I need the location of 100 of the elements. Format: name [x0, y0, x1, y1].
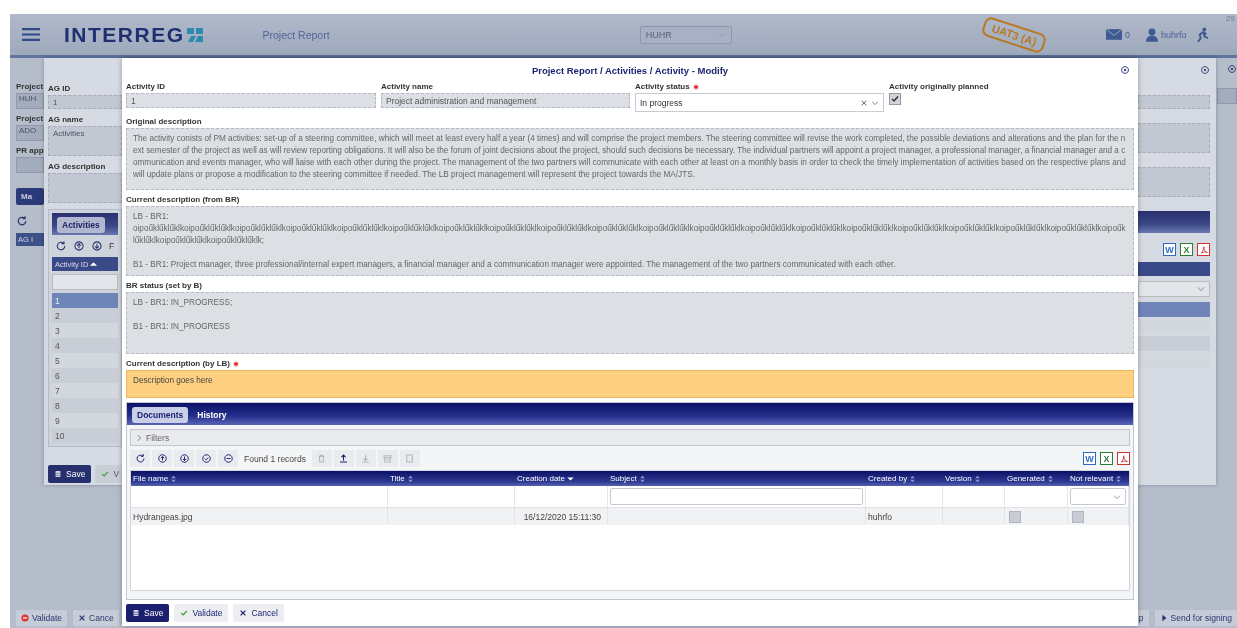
tab[interactable]: Activities — [57, 217, 105, 233]
refresh-icon[interactable] — [130, 450, 150, 467]
pdf-export-icon[interactable] — [1197, 243, 1210, 256]
menu-icon[interactable] — [22, 28, 40, 41]
program-dropdown[interactable]: HUHR — [639, 25, 732, 44]
text-field[interactable]: 1 — [126, 93, 376, 108]
tab[interactable]: Documents — [132, 407, 189, 423]
close-icon[interactable] — [1120, 65, 1130, 75]
text-field[interactable] — [1217, 88, 1237, 104]
filter-field[interactable] — [610, 488, 863, 505]
table-row[interactable]: 5 — [52, 353, 118, 368]
message-count: 0 — [1124, 29, 1130, 40]
text-field[interactable] — [1138, 95, 1210, 109]
text-field[interactable]: 1 — [48, 95, 122, 109]
database-icon — [54, 470, 62, 478]
footer-button[interactable]: Validate — [16, 610, 68, 626]
dialog-button[interactable]: Validate — [174, 604, 229, 622]
mail-icon[interactable] — [1105, 29, 1122, 40]
checkbox[interactable] — [1072, 510, 1084, 523]
column-header[interactable]: Title — [388, 471, 515, 486]
close-icon — [239, 609, 248, 617]
close-icon[interactable] — [1227, 64, 1237, 74]
clear-icon[interactable] — [860, 98, 868, 107]
table-row[interactable]: 7 — [52, 383, 118, 398]
dialog-button[interactable]: Cancel — [233, 604, 284, 622]
refresh-icon[interactable] — [55, 240, 67, 252]
database-icon — [132, 609, 140, 617]
filter-field[interactable] — [52, 274, 118, 290]
column-header[interactable]: File name — [131, 471, 388, 486]
table-row[interactable]: 1 — [52, 293, 118, 308]
field-label: Project — [16, 114, 44, 123]
upload-icon[interactable] — [333, 450, 354, 467]
field-label: Activity ID — [126, 82, 166, 91]
column-header[interactable]: Generated — [1005, 471, 1068, 486]
exit-icon[interactable] — [1196, 27, 1210, 42]
play-icon — [1159, 614, 1168, 622]
text-field[interactable]: Activities — [48, 126, 122, 156]
tab[interactable]: Ma — [16, 188, 44, 205]
field-label: PR app — [16, 146, 44, 155]
user-icon[interactable] — [1145, 27, 1158, 42]
logo-mark-icon — [186, 27, 203, 42]
filters-toggle[interactable]: Filters — [130, 429, 1130, 446]
environment-stamp: UAT3 (A) — [980, 15, 1048, 54]
column-header[interactable]: Subject — [608, 471, 866, 486]
table-row[interactable]: 4 — [52, 338, 118, 353]
field-label: Current description (from BR) — [126, 195, 240, 204]
chevron-down-icon — [1197, 286, 1205, 292]
field-label: Activity name — [381, 82, 434, 91]
description-textarea[interactable]: Description goes here — [126, 370, 1134, 398]
footer-button[interactable]: Cance — [73, 610, 119, 626]
filter-dropdown[interactable] — [1138, 281, 1210, 297]
readonly-text-area[interactable]: LB - BR1: oipoűklűklűklkoipoűklűklűklkoipoűklűklűklkoipoűklűklűklkoipoűklűklűklkoipoűklűklűklkoipoűklűklűklkoipoűklűklűklkoipoűklűklűklkoipoűklűklűklkoipoűklűklűklkoipoűklűklűklkoipoűklűklűklkoipoűklűklűklkoipoűklűklűklkoipoűklűklűklkoipoűklűklűklkoipoűklűklűklkoipoűklűklűklkoipoűklűklűklkoipoűklűklűklkoipoűklűklűklk; B1 - BR1: Project manager, three professional/internal expert managers, a financial manager and a communication manager were appointed. The management of the two partners communicated with each other. — [126, 206, 1134, 276]
table-row[interactable]: 6 — [52, 368, 118, 383]
checkmark-icon — [101, 470, 110, 478]
text-field[interactable]: HUH — [16, 93, 44, 109]
column-header[interactable]: Version — [943, 471, 1005, 486]
close-icon[interactable] — [1200, 65, 1210, 75]
readonly-text-area[interactable]: The activity conists of PM activities: set-up of a steering committee, which will meet at least every half a year (4 times) and will comprise the project members. The steering committee will revise the work completed, the possible deviations and alterations and the plan for the next semester of the project as well as will review reporting obligations. It will also be the forum of joint decisions about the project, should such decisions be necessary. The individual partners will appoint a project manager, a professional manager, a financial manager and a communication and events manager, who will liaise with each other during the project. The management of the two partners will communicate with each other at least on a monthly basis in order to check the timely implementation of activities based on the respective plans and will update plans or propose a modification to the steering committee if needed. The LB project management will represent the project towards the MA/JTS. — [126, 128, 1134, 190]
toolbar-text: F — [109, 241, 115, 251]
table-row[interactable]: 8 — [52, 398, 118, 413]
text-field[interactable]: Project administration and management — [381, 93, 630, 108]
column-header[interactable]: Not relevant — [1068, 471, 1129, 486]
table-row[interactable]: 3 — [52, 323, 118, 338]
excel-export-icon[interactable]: X — [1100, 452, 1113, 465]
field-label: AG description — [48, 162, 106, 171]
table-cell: huhrfo — [868, 511, 893, 522]
checkbox[interactable] — [889, 93, 901, 105]
table-row[interactable]: 2 — [52, 308, 118, 323]
checkmark-icon — [180, 609, 189, 617]
status-dropdown[interactable]: In progress — [635, 93, 884, 112]
table-row[interactable]: Hydrangeas.jpg 16/12/2020 15:11:30 huhrfo — [131, 508, 1129, 525]
pdf-export-icon[interactable] — [1117, 452, 1130, 465]
stop-icon — [21, 614, 29, 622]
column-header[interactable]: Created by — [866, 471, 943, 486]
checkbox[interactable] — [1009, 510, 1021, 523]
field-label: Activity originally planned — [889, 82, 989, 91]
text-field[interactable] — [16, 157, 44, 173]
tab[interactable]: History — [192, 407, 232, 423]
field-label: AG ID — [48, 84, 71, 93]
field-label: Current description (by LB) — [126, 359, 230, 368]
table-row[interactable]: 9 — [52, 413, 118, 428]
refresh-icon[interactable] — [16, 215, 28, 227]
page-title: Project Report — [262, 28, 330, 41]
dialog-button[interactable]: Save — [126, 604, 170, 622]
field-label: Activity status — [635, 82, 690, 91]
footer-button[interactable]: Send for signing — [1154, 610, 1237, 626]
word-export-icon[interactable]: W — [1083, 452, 1096, 465]
text-field[interactable]: ADO — [16, 125, 44, 141]
word-export-icon[interactable]: W — [1163, 243, 1176, 256]
user-name[interactable]: huhrfo — [1160, 29, 1187, 40]
table-row[interactable]: 10 — [52, 428, 118, 443]
dialog-button[interactable]: Save — [48, 465, 92, 483]
filter-dropdown[interactable] — [1070, 488, 1126, 505]
table-header-bar — [1138, 262, 1210, 276]
excel-export-icon[interactable]: X — [1180, 243, 1193, 256]
dialog-title: Project Report / Activities / Activity - Modify — [531, 64, 729, 76]
tab-bar — [1138, 211, 1210, 233]
column-header[interactable]: Creation date — [515, 471, 608, 486]
readonly-text-area[interactable]: LB - BR1: IN_PROGRESS; B1 - BR1: IN_PROGRESS — [126, 292, 1134, 354]
text-field[interactable] — [48, 173, 122, 203]
